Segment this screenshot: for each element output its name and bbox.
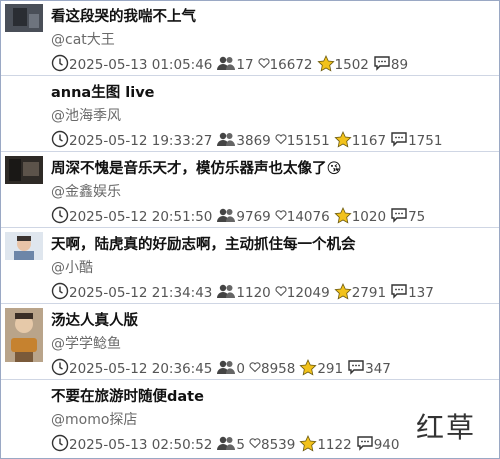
favorite-count: 1020 (351, 209, 387, 225)
star-icon (334, 206, 352, 228)
favorite-count: 1167 (351, 133, 387, 149)
video-thumbnail[interactable] (5, 308, 43, 362)
author-name[interactable]: @池海季风 (51, 105, 121, 125)
video-thumbnail[interactable] (5, 156, 43, 184)
video-stats: 2025-05-13 01:05:46 17 16672 1502 89 (51, 54, 412, 76)
list-item[interactable]: 天啊，陆虎真的好励志啊，主动抓住每一个机会 @小酷 2025-05-12 21:… (1, 229, 499, 304)
watermark-logo: 红草 (416, 411, 477, 444)
favorite-count: 2791 (351, 285, 387, 301)
comment-count: 347 (365, 361, 391, 377)
video-list: 看这段哭的我喘不上气 @cat大王 2025-05-13 01:05:46 17… (0, 0, 500, 459)
clock-icon (51, 358, 69, 380)
favorite-count: 1502 (334, 57, 369, 73)
star-icon (334, 282, 352, 304)
author-name[interactable]: @小酷 (51, 257, 93, 277)
list-item[interactable]: anna生图 live @池海季风 2025-05-12 19:33:27 38… (1, 77, 499, 152)
comment-icon (356, 435, 374, 455)
author-name[interactable]: @学学鲶鱼 (51, 333, 121, 353)
clock-icon (51, 54, 69, 76)
heart-icon (249, 437, 261, 453)
comment-count: 1751 (408, 133, 443, 149)
comment-count: 75 (408, 209, 426, 225)
favorite-count: 1122 (317, 437, 352, 453)
video-thumbnail[interactable] (5, 4, 43, 32)
heart-icon (275, 209, 287, 225)
video-title[interactable]: 周深不愧是音乐天才，模仿乐器声也太像了😘 (51, 157, 342, 178)
comment-count: 89 (390, 57, 409, 73)
video-thumbnail[interactable] (5, 232, 43, 260)
video-stats: 2025-05-12 19:33:27 3869 15151 1167 1751 (51, 130, 446, 152)
star-icon (334, 130, 352, 152)
video-stats: 2025-05-13 02:50:52 5 8539 1122 940 (51, 434, 403, 456)
comment-icon (390, 283, 408, 303)
author-name[interactable]: @momo探店 (51, 409, 137, 429)
comment-icon (390, 207, 408, 227)
publish-time: 2025-05-12 21:34:43 (69, 285, 213, 301)
users-icon (216, 435, 236, 455)
heart-icon (249, 361, 261, 377)
list-item[interactable]: 周深不愧是音乐天才，模仿乐器声也太像了😘 @金鑫娱乐 2025-05-12 20… (1, 153, 499, 228)
view-count: 0 (236, 361, 245, 377)
publish-time: 2025-05-13 01:05:46 (69, 57, 213, 73)
star-icon (299, 358, 317, 380)
view-count: 9769 (236, 209, 271, 225)
clock-icon (51, 130, 69, 152)
comment-count: 137 (408, 285, 434, 301)
like-count: 14076 (286, 209, 330, 225)
like-count: 15151 (286, 133, 330, 149)
heart-icon (258, 57, 270, 73)
video-title[interactable]: anna生图 live (51, 81, 155, 102)
like-count: 8539 (260, 437, 296, 453)
video-title[interactable]: 不要在旅游时随便date (51, 385, 204, 406)
users-icon (216, 207, 236, 227)
video-title[interactable]: 天啊，陆虎真的好励志啊，主动抓住每一个机会 (51, 233, 356, 254)
publish-time: 2025-05-12 20:51:50 (69, 209, 213, 225)
publish-time: 2025-05-12 20:36:45 (69, 361, 213, 377)
author-name[interactable]: @cat大王 (51, 29, 115, 49)
list-item[interactable]: 汤达人真人版 @学学鲶鱼 2025-05-12 20:36:45 0 8958 … (1, 305, 499, 380)
video-title[interactable]: 汤达人真人版 (51, 309, 138, 330)
list-item[interactable]: 看这段哭的我喘不上气 @cat大王 2025-05-13 01:05:46 17… (1, 1, 499, 76)
like-count: 12049 (286, 285, 330, 301)
star-icon (316, 54, 335, 76)
heart-icon (275, 133, 287, 149)
comment-icon (390, 131, 408, 151)
users-icon (216, 131, 236, 151)
video-stats: 2025-05-12 20:36:45 0 8958 291 347 (51, 358, 395, 380)
video-stats: 2025-05-12 20:51:50 9769 14076 1020 75 (51, 206, 429, 228)
video-stats: 2025-05-12 21:34:43 1120 12049 2791 137 (51, 282, 438, 304)
publish-time: 2025-05-12 19:33:27 (69, 133, 213, 149)
view-count: 5 (236, 437, 245, 453)
comment-count: 940 (373, 437, 400, 453)
comment-icon (373, 55, 391, 75)
clock-icon (51, 434, 69, 456)
view-count: 3869 (236, 133, 271, 149)
users-icon (216, 283, 236, 303)
view-count: 17 (236, 57, 254, 73)
star-icon (299, 434, 317, 456)
comment-icon (347, 359, 365, 379)
publish-time: 2025-05-13 02:50:52 (69, 437, 213, 453)
users-icon (216, 359, 236, 379)
author-name[interactable]: @金鑫娱乐 (51, 181, 121, 201)
clock-icon (51, 282, 69, 304)
video-title[interactable]: 看这段哭的我喘不上气 (51, 5, 196, 26)
like-count: 16672 (269, 57, 313, 73)
view-count: 1120 (236, 285, 271, 301)
heart-icon (275, 285, 287, 301)
users-icon (216, 55, 236, 75)
like-count: 8958 (260, 361, 296, 377)
clock-icon (51, 206, 69, 228)
favorite-count: 291 (317, 361, 344, 377)
